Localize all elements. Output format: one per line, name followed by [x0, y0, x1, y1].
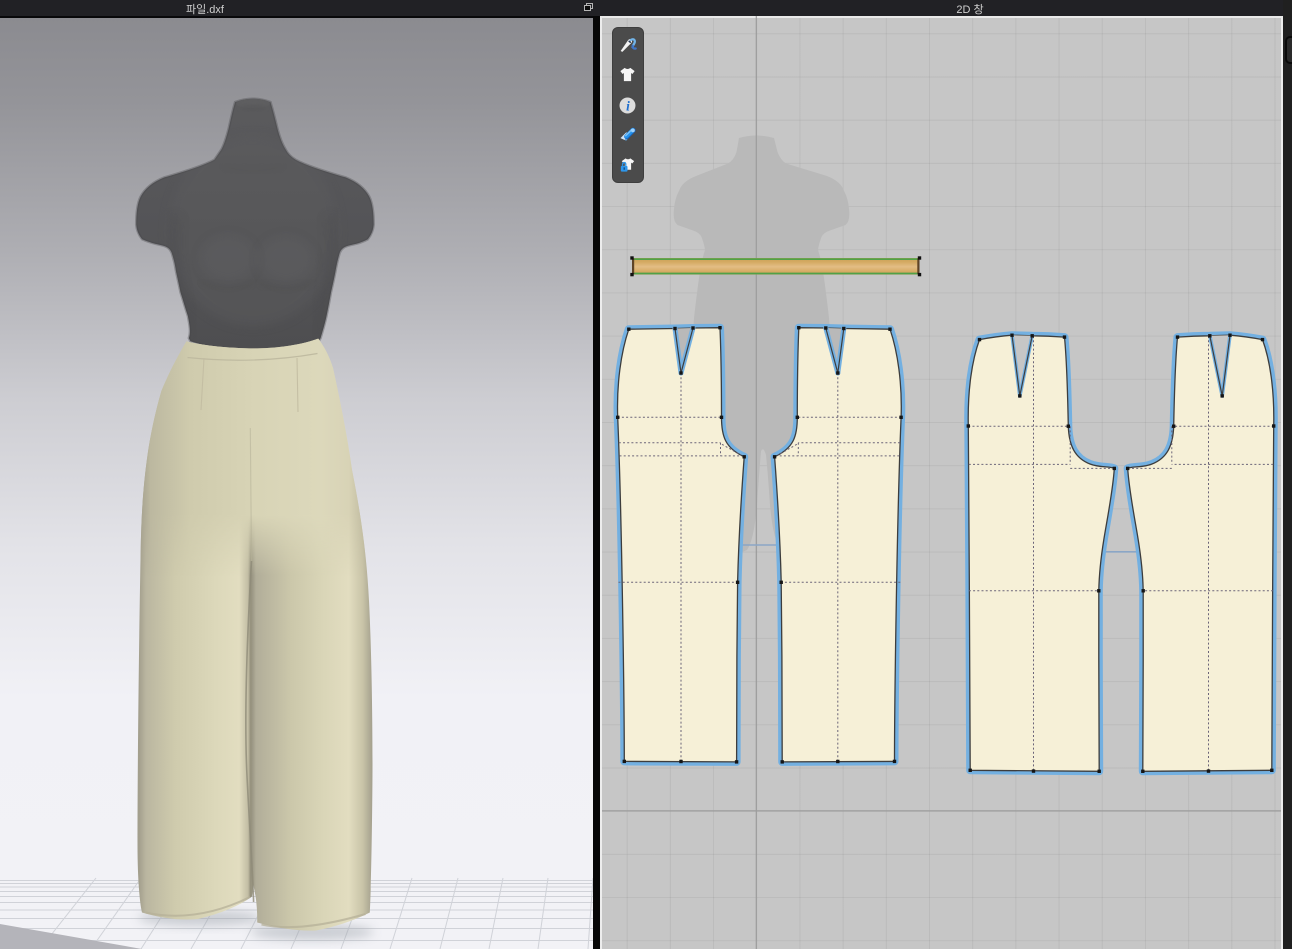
svg-text:i: i	[626, 98, 630, 113]
